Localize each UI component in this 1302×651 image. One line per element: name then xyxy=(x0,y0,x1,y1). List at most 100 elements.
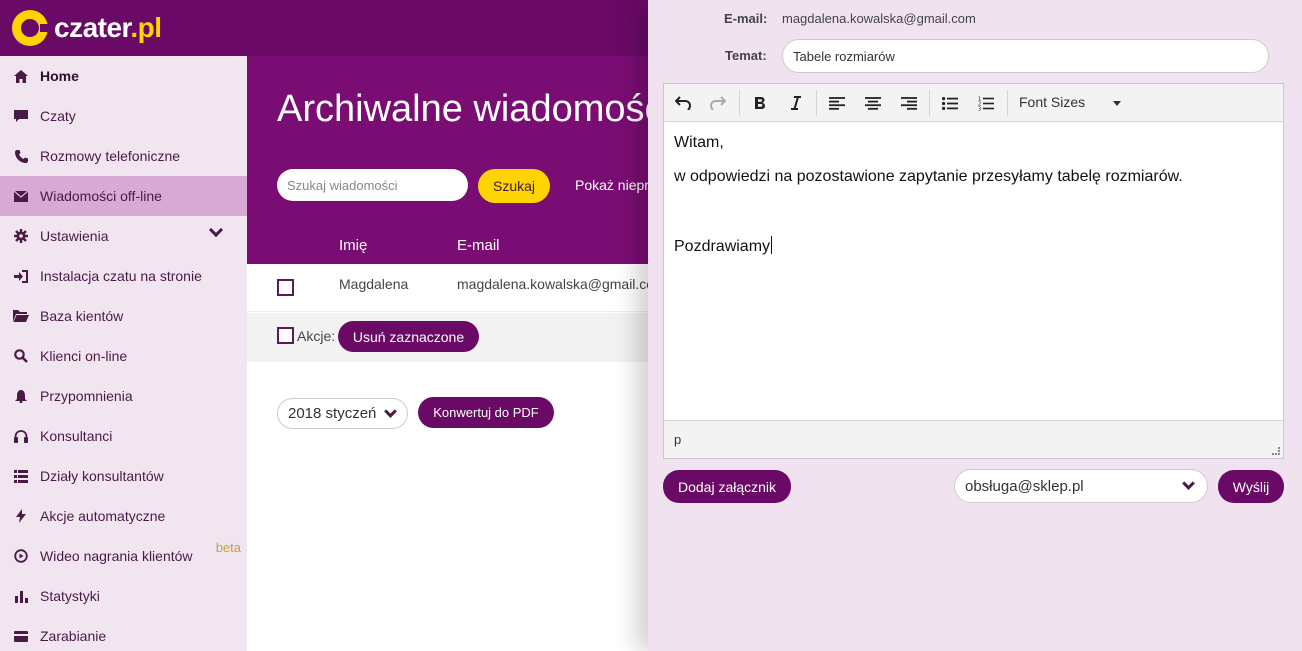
subject-label: Temat: xyxy=(725,48,767,63)
sidebar-item-wideo[interactable]: Wideo nagrania klientów beta xyxy=(0,536,247,576)
actions-bar: Akcje: Usuń zaznaczone xyxy=(247,313,648,362)
sidebar-item-label: Czaty xyxy=(40,108,76,124)
sidebar-item-label: Przypomnienia xyxy=(40,388,133,404)
sidebar-item-label: Akcje automatyczne xyxy=(40,508,166,524)
chat-icon xyxy=(12,110,30,122)
sidebar-item-label: Rozmowy telefoniczne xyxy=(40,148,181,164)
headphones-icon xyxy=(12,429,30,443)
sidebar-item-home[interactable]: Home xyxy=(0,56,247,96)
sidebar-item-label: Konsultanci xyxy=(40,428,113,444)
sidebar-item-wiadomosci[interactable]: Wiadomości off-line xyxy=(0,176,247,216)
column-header-email[interactable]: E-mail xyxy=(457,237,500,254)
search-button[interactable]: Szukaj xyxy=(478,169,550,203)
chevron-down-icon[interactable] xyxy=(208,222,224,238)
table-row[interactable]: Magdalena magdalena.kowalska@gmail.com xyxy=(247,264,648,312)
undo-icon[interactable] xyxy=(669,90,697,116)
svg-text:3: 3 xyxy=(978,106,981,111)
editor-toolbar: 123 Font Sizes xyxy=(664,84,1283,122)
reply-panel: E-mail: magdalena.kowalska@gmail.com Tem… xyxy=(648,0,1302,651)
sidebar-item-ustawienia[interactable]: Ustawienia xyxy=(0,216,247,256)
rich-text-editor: 123 Font Sizes Witam, w odpowiedzi na po… xyxy=(663,83,1284,459)
body-line-3-text: Pozdrawiamy xyxy=(674,238,771,255)
show-unread-link[interactable]: Pokaż nieprzeczytane xyxy=(575,177,648,193)
convert-pdf-button[interactable]: Konwertuj do PDF xyxy=(418,397,554,428)
font-sizes-select[interactable]: Font Sizes xyxy=(1019,94,1085,110)
sidebar-item-label: Klienci on-line xyxy=(40,348,128,364)
bar-chart-icon xyxy=(12,590,30,603)
sidebar-item-dzialy[interactable]: Działy konsultantów xyxy=(0,456,247,496)
sidebar-item-instalacja[interactable]: Instalacja czatu na stronie xyxy=(0,256,247,296)
sidebar-item-label: Działy konsultantów xyxy=(40,468,164,484)
delete-selected-button[interactable]: Usuń zaznaczone xyxy=(338,321,479,352)
main-header: Archiwalne wiadomości Szukaj Pokaż niepr… xyxy=(247,0,648,264)
send-button[interactable]: Wyślij xyxy=(1218,470,1284,503)
sender-select[interactable]: obsługa@sklep.pl xyxy=(954,469,1208,503)
sidebar-item-label: Baza kientów xyxy=(40,308,124,324)
logo-name: czater xyxy=(54,12,131,43)
add-attachment-button[interactable]: Dodaj załącznik xyxy=(663,470,791,503)
bold-icon[interactable] xyxy=(746,90,774,116)
month-select[interactable]: 2018 styczeń xyxy=(277,398,408,429)
logo-icon xyxy=(12,10,50,46)
body-line-1: Witam, xyxy=(674,134,724,151)
logo[interactable]: czater.pl xyxy=(0,0,247,56)
editor-statusbar: p xyxy=(664,420,1283,458)
sidebar-item-label: Instalacja czatu na stronie xyxy=(40,268,202,284)
sidebar-item-konsultanci[interactable]: Konsultanci xyxy=(0,416,247,456)
align-left-icon[interactable] xyxy=(823,90,851,116)
bolt-icon xyxy=(12,509,30,523)
align-center-icon[interactable] xyxy=(859,90,887,116)
beta-badge: beta xyxy=(215,540,241,555)
home-icon xyxy=(12,69,30,83)
email-value: magdalena.kowalska@gmail.com xyxy=(782,11,976,26)
chevron-down-icon xyxy=(1182,477,1195,490)
body-line-2: w odpowiedzi na pozostawione zapytanie p… xyxy=(674,168,1183,185)
actions-label: Akcje: xyxy=(297,328,336,344)
gear-icon xyxy=(12,229,30,243)
toolbar-separator xyxy=(1007,90,1008,116)
list-icon xyxy=(12,469,30,483)
sidebar-item-klienci-online[interactable]: Klienci on-line xyxy=(0,336,247,376)
caret-down-icon xyxy=(1113,101,1121,106)
search-icon xyxy=(12,349,30,363)
bell-icon xyxy=(12,389,30,403)
redo-icon[interactable] xyxy=(704,90,732,116)
sidebar-item-zarabianie[interactable]: Zarabianie xyxy=(0,616,247,651)
sidebar-item-label: Wiadomości off-line xyxy=(40,188,162,204)
sidebar-item-akcje[interactable]: Akcje automatyczne xyxy=(0,496,247,536)
sidebar-item-rozmowy[interactable]: Rozmowy telefoniczne xyxy=(0,136,247,176)
sidebar-item-przypomnienia[interactable]: Przypomnienia xyxy=(0,376,247,416)
body-line-3: Pozdrawiamy xyxy=(674,236,773,256)
top-bar xyxy=(247,0,648,56)
bullet-list-icon[interactable] xyxy=(936,90,964,116)
italic-icon[interactable] xyxy=(782,90,810,116)
toolbar-separator xyxy=(739,90,740,116)
sidebar-item-label: Statystyki xyxy=(40,588,100,604)
email-label: E-mail: xyxy=(724,11,768,26)
sidebar-item-label: Wideo nagrania klientów xyxy=(40,548,193,564)
sidebar-item-label: Home xyxy=(40,68,79,84)
sidebar: Home Czaty Rozmowy telefoniczne Wiadomoś… xyxy=(0,56,247,651)
row-email: magdalena.kowalska@gmail.com xyxy=(457,276,648,292)
resize-handle-icon[interactable] xyxy=(1272,447,1280,455)
play-circle-icon xyxy=(12,549,30,563)
toolbar-separator xyxy=(816,90,817,116)
sidebar-item-label: Ustawienia xyxy=(40,228,109,244)
align-right-icon[interactable] xyxy=(895,90,923,116)
row-checkbox[interactable] xyxy=(277,279,294,296)
subject-input[interactable] xyxy=(782,39,1269,73)
sidebar-item-czaty[interactable]: Czaty xyxy=(0,96,247,136)
search-input[interactable] xyxy=(277,169,468,201)
toolbar-separator xyxy=(929,90,930,116)
numbered-list-icon[interactable]: 123 xyxy=(972,90,1000,116)
sidebar-item-baza[interactable]: Baza kientów xyxy=(0,296,247,336)
column-header-name[interactable]: Imię xyxy=(339,237,367,254)
row-name: Magdalena xyxy=(339,276,409,292)
select-all-checkbox[interactable] xyxy=(277,327,294,344)
sidebar-item-statystyki[interactable]: Statystyki xyxy=(0,576,247,616)
logo-text: czater.pl xyxy=(54,12,162,44)
folder-icon xyxy=(12,310,30,322)
logo-tld: .pl xyxy=(130,12,162,43)
element-path[interactable]: p xyxy=(674,432,681,447)
phone-icon xyxy=(12,149,30,163)
